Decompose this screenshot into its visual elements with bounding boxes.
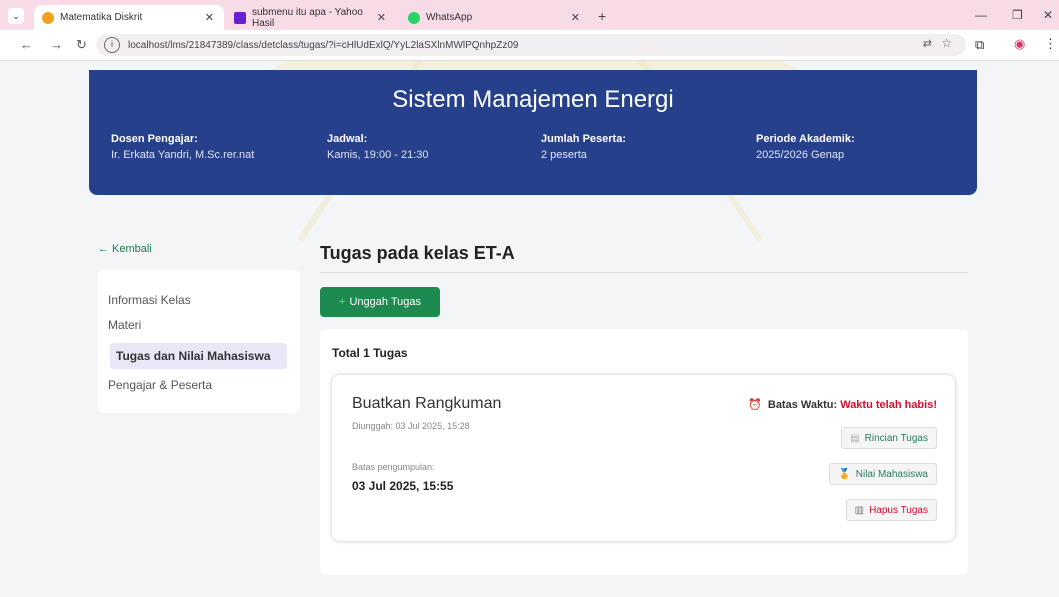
sidebar: Informasi Kelas Materi Tugas dan Nilai M… (98, 270, 300, 413)
back-arrow-icon[interactable]: ← (20, 37, 33, 52)
bookmark-star-icon[interactable]: ☆ (941, 36, 952, 50)
sidebar-item-class-info[interactable]: Informasi Kelas (108, 293, 191, 307)
plus-icon: + (339, 296, 346, 308)
upload-assignment-button[interactable]: + Unggah Tugas (320, 287, 440, 317)
document-icon: ▤ (850, 432, 860, 444)
assignment-title: Buatkan Rangkuman (352, 395, 502, 412)
restore-icon[interactable]: ❐ (1012, 8, 1023, 22)
meta-value: Ir. Erkata Yandri, M.Sc.rer.nat (111, 149, 255, 161)
meta-label: Periode Akademik: (756, 133, 855, 145)
translate-icon[interactable]: ⇄ (923, 37, 932, 50)
sidebar-item-materials[interactable]: Materi (108, 318, 141, 332)
deadline-status: ⏰ Batas Waktu: Waktu telah habis! (748, 398, 937, 411)
whatsapp-favicon-icon (408, 11, 420, 24)
course-header: Sistem Manajemen Energi Dosen Pengajar: … (89, 70, 977, 195)
alarm-clock-icon: ⏰ (748, 399, 762, 411)
meta-label: Jadwal: (327, 133, 368, 145)
deadline-label: Batas Waktu: (767, 399, 838, 411)
window-close-icon[interactable]: ✕ (1043, 8, 1053, 22)
task-detail-button[interactable]: ▤ Rincian Tugas (841, 427, 937, 449)
new-tab-icon[interactable]: + (598, 8, 606, 24)
course-title: Sistem Manajemen Energi (392, 86, 674, 113)
menu-icon[interactable]: ⋮ (1044, 36, 1057, 52)
tab-search-button[interactable]: ⌄ (8, 8, 24, 24)
student-grades-button[interactable]: 🏅 Nilai Mahasiswa (829, 463, 937, 485)
meta-label: Jumlah Peserta: (541, 133, 626, 145)
meta-value: 2025/2026 Genap (756, 149, 845, 161)
browser-tab-bar: ⌄ Matematika Diskrit ✕ submenu itu apa -… (0, 0, 1059, 30)
meta-lecturer: Dosen Pengajar: Ir. Erkata Yandri, M.Sc.… (111, 133, 254, 161)
tab-title: submenu itu apa - Yahoo Hasil (252, 6, 363, 29)
browser-toolbar: ← → ↻ i localhost/lms/21847389/class/det… (0, 30, 1059, 61)
browser-tab-2[interactable]: submenu itu apa - Yahoo Hasil ✕ (226, 5, 396, 30)
total-count: Total 1 Tugas (332, 346, 408, 360)
delete-task-label: Hapus Tugas (869, 504, 928, 516)
delete-task-button[interactable]: ▥ Hapus Tugas (845, 499, 937, 521)
tab-favicon-icon (42, 11, 54, 24)
minimize-icon[interactable]: — (975, 8, 987, 22)
sidebar-item-assignments[interactable]: Tugas dan Nilai Mahasiswa (110, 343, 287, 369)
meta-label: Dosen Pengajar: (111, 133, 198, 145)
page-title: Tugas pada kelas ET-A (320, 243, 515, 263)
trash-icon: ▥ (854, 504, 865, 516)
divider (320, 272, 968, 273)
uploaded-date: Diunggah: 03 Jul 2025, 15:28 (352, 421, 470, 431)
browser-tab-3[interactable]: WhatsApp ✕ (400, 5, 590, 30)
site-info-icon[interactable]: i (104, 37, 120, 53)
due-label: Batas pengumpulan: (352, 462, 435, 472)
student-grades-label: Nilai Mahasiswa (855, 468, 928, 480)
tab-close-icon[interactable]: ✕ (377, 11, 386, 24)
meta-value: 2 peserta (541, 149, 587, 161)
extensions-icon[interactable]: ⧉ (975, 37, 984, 53)
address-bar[interactable]: i localhost/lms/21847389/class/detclass/… (96, 34, 966, 56)
deadline-expired-text: Waktu telah habis! (840, 399, 937, 411)
assignment-card: Buatkan Rangkuman Diunggah: 03 Jul 2025,… (332, 375, 955, 541)
assignments-panel: Total 1 Tugas Buatkan Rangkuman Diunggah… (320, 329, 968, 575)
browser-tab-1[interactable]: Matematika Diskrit ✕ (34, 5, 224, 30)
meta-schedule: Jadwal: Kamis, 19:00 - 21:30 (327, 133, 429, 161)
tab-title: WhatsApp (426, 12, 473, 23)
tab-title: Matematika Diskrit (60, 12, 143, 23)
yahoo-favicon-icon (234, 11, 246, 24)
url-text: localhost/lms/21847389/class/detclass/tu… (128, 39, 519, 51)
meta-participants: Jumlah Peserta: 2 peserta (541, 133, 626, 161)
medal-icon: 🏅 (838, 468, 851, 480)
task-detail-label: Rincian Tugas (864, 432, 928, 444)
tab-close-icon[interactable]: ✕ (571, 11, 580, 24)
meta-period: Periode Akademik: 2025/2026 Genap (756, 133, 855, 161)
profile-icon[interactable]: ◉ (1014, 36, 1025, 52)
reload-icon[interactable]: ↻ (76, 37, 87, 53)
due-value: 03 Jul 2025, 15:55 (352, 479, 454, 493)
forward-arrow-icon[interactable]: → (50, 37, 63, 52)
tab-close-icon[interactable]: ✕ (205, 11, 214, 24)
sidebar-item-lecturers-participants[interactable]: Pengajar & Peserta (108, 378, 212, 392)
upload-label: Unggah Tugas (349, 296, 421, 308)
back-link[interactable]: ← Kembali (98, 243, 152, 255)
meta-value: Kamis, 19:00 - 21:30 (327, 149, 429, 161)
